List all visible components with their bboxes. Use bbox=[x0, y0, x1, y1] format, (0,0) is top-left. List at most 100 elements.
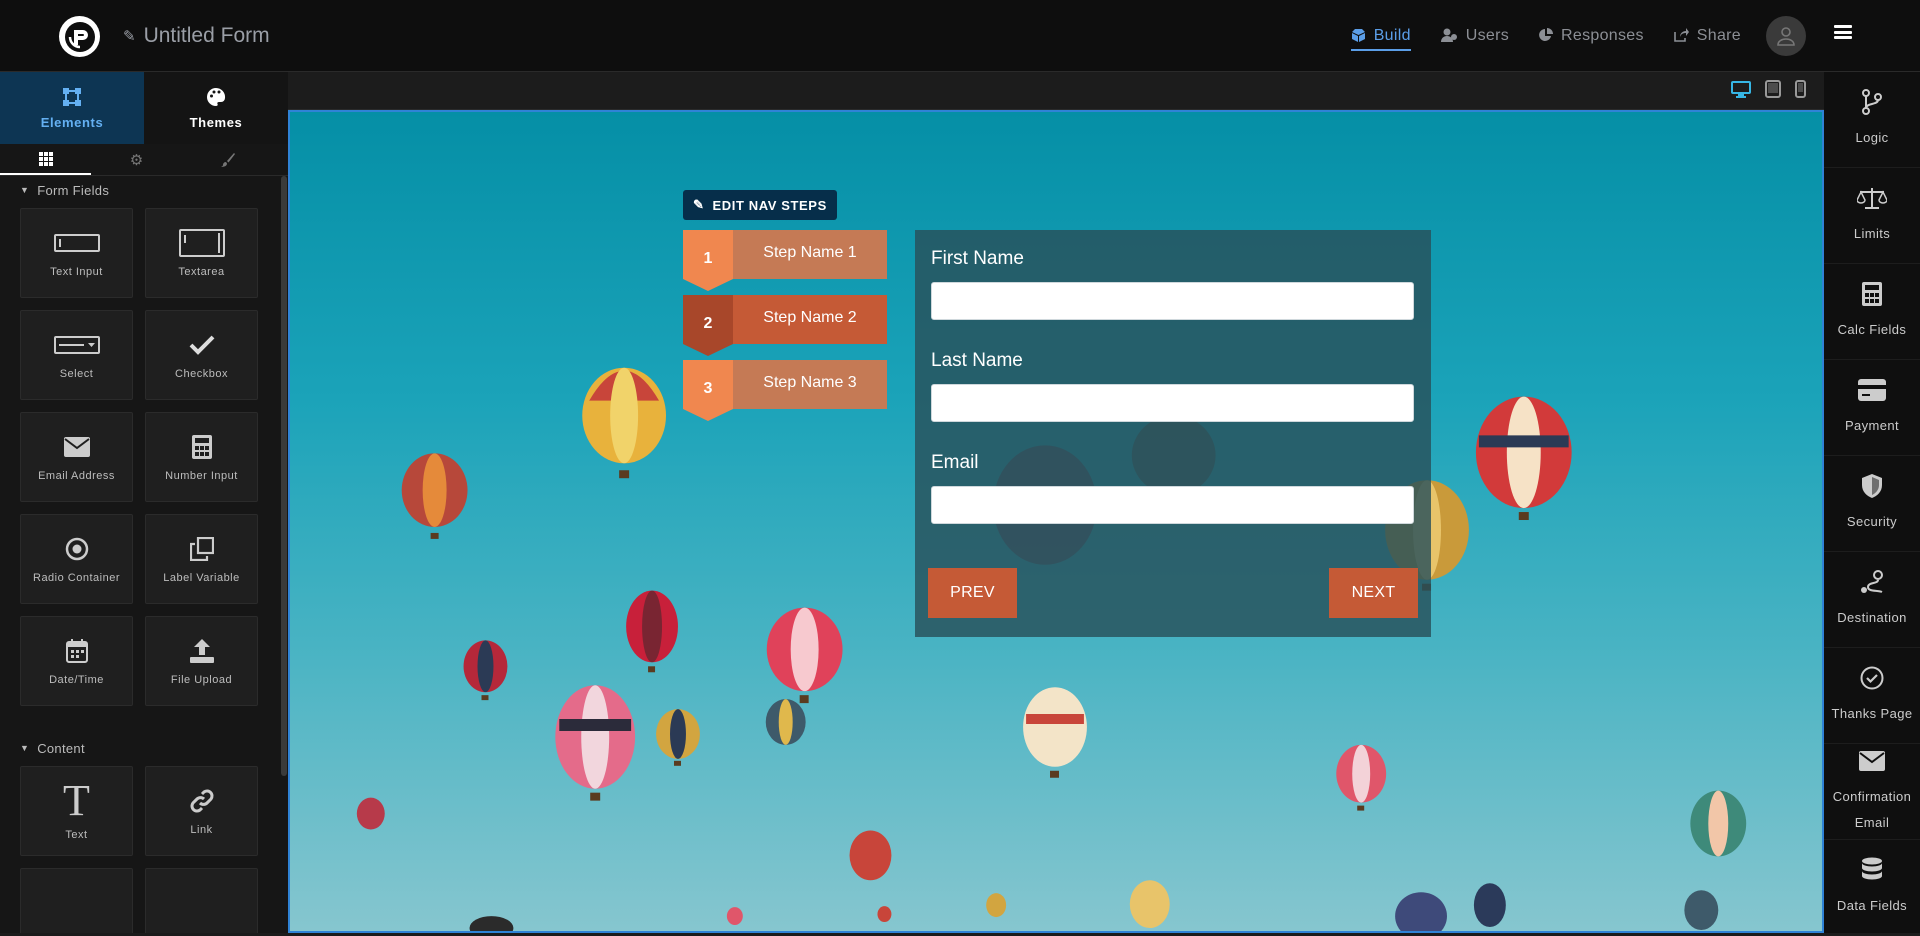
nav-build-label: Build bbox=[1373, 27, 1411, 44]
element-label-variable[interactable]: Label Variable bbox=[145, 514, 258, 604]
section-content[interactable]: ▼ Content bbox=[0, 734, 288, 762]
nav-step-1[interactable]: 1 Step Name 1 bbox=[683, 230, 887, 291]
tab-elements-label: Elements bbox=[40, 114, 104, 130]
tab-themes[interactable]: Themes bbox=[144, 72, 288, 144]
panel-destination[interactable]: Destination bbox=[1824, 552, 1920, 648]
app-logo[interactable] bbox=[59, 16, 100, 57]
settings-panel: Logic Limits Calc Fields Payment Securit… bbox=[1824, 72, 1920, 936]
content-grid: T Text Link bbox=[0, 762, 288, 933]
code-branch-icon bbox=[1862, 88, 1882, 115]
form-card: First Name Last Name Email PREV NEXT bbox=[915, 230, 1431, 637]
element-label: File Upload bbox=[170, 674, 233, 686]
nav-users[interactable]: Users bbox=[1440, 0, 1509, 72]
nav-share[interactable]: Share bbox=[1673, 0, 1741, 72]
element-label: Label Variable bbox=[163, 572, 240, 584]
panel-label: Limits bbox=[1853, 225, 1891, 241]
element-link[interactable]: Link bbox=[145, 766, 258, 856]
panel-data-fields[interactable]: Data Fields bbox=[1824, 840, 1920, 936]
panel-thanks-page[interactable]: Thanks Page bbox=[1824, 648, 1920, 744]
panel-payment[interactable]: Payment bbox=[1824, 360, 1920, 456]
device-switcher bbox=[1731, 80, 1806, 103]
pencil-icon: ✎ bbox=[693, 197, 705, 212]
last-name-input[interactable] bbox=[931, 384, 1414, 422]
next-button[interactable]: NEXT bbox=[1329, 568, 1418, 618]
brush-icon bbox=[220, 152, 235, 167]
tablet-icon[interactable] bbox=[1765, 80, 1781, 103]
element-select[interactable]: Select bbox=[20, 310, 133, 400]
desktop-icon[interactable] bbox=[1731, 80, 1751, 103]
top-nav: Build Users Responses Share bbox=[1350, 0, 1741, 72]
radio-icon bbox=[65, 537, 88, 561]
select-icon bbox=[53, 336, 100, 354]
subtab-grid[interactable] bbox=[0, 144, 91, 175]
element-number-input[interactable]: Number Input bbox=[145, 412, 258, 502]
edit-nav-steps-button[interactable]: ✎ EDIT NAV STEPS bbox=[683, 190, 837, 220]
subtab-settings[interactable]: ⚙ bbox=[91, 144, 182, 175]
element-checkbox[interactable]: Checkbox bbox=[145, 310, 258, 400]
caret-down-icon: ▼ bbox=[20, 185, 30, 195]
user-avatar[interactable] bbox=[1766, 16, 1806, 56]
section-form-fields-title: Form Fields bbox=[37, 182, 110, 198]
calendar-icon bbox=[65, 639, 88, 663]
text-input-icon bbox=[53, 234, 100, 252]
element-radio-container[interactable]: Radio Container bbox=[20, 514, 133, 604]
pencil-icon: ✎ bbox=[123, 28, 136, 45]
calculator-icon bbox=[191, 435, 212, 459]
element-label: Text Input bbox=[50, 266, 103, 278]
panel-label: Payment bbox=[1844, 417, 1900, 433]
panel-scrollbar[interactable] bbox=[281, 176, 287, 776]
element-text[interactable]: T Text bbox=[20, 766, 133, 856]
element-more-2[interactable] bbox=[145, 868, 258, 933]
database-icon bbox=[1862, 857, 1882, 879]
nav-responses[interactable]: Responses bbox=[1539, 0, 1644, 72]
envelope-icon bbox=[63, 437, 90, 457]
grid-icon bbox=[38, 151, 53, 166]
email-input[interactable] bbox=[931, 486, 1414, 524]
check-icon bbox=[189, 335, 214, 355]
element-label: Link bbox=[190, 824, 213, 836]
panel-subtabs: ⚙ bbox=[0, 144, 288, 176]
panel-limits[interactable]: Limits bbox=[1824, 168, 1920, 264]
element-textarea[interactable]: Textarea bbox=[145, 208, 258, 298]
form-buttons: PREV NEXT bbox=[928, 568, 1418, 618]
tab-elements[interactable]: Elements bbox=[0, 72, 144, 144]
shield-icon bbox=[1862, 473, 1882, 498]
element-label: Date/Time bbox=[49, 674, 104, 686]
element-file-upload[interactable]: File Upload bbox=[145, 616, 258, 706]
panel-calc-fields[interactable]: Calc Fields bbox=[1824, 264, 1920, 360]
clone-icon bbox=[189, 537, 214, 561]
panel-tabs: Elements Themes bbox=[0, 72, 288, 144]
subtab-style[interactable] bbox=[182, 144, 273, 175]
form-fields-grid: Text Input Textarea Select Checkbox Emai… bbox=[0, 204, 288, 706]
nav-step-3[interactable]: 3 Step Name 3 bbox=[683, 360, 887, 421]
cubes-icon bbox=[1351, 28, 1366, 45]
form-canvas[interactable]: ✎ EDIT NAV STEPS 1 Step Name 1 2 Step Na… bbox=[288, 110, 1824, 933]
form-title[interactable]: ✎ Untitled Form bbox=[123, 24, 270, 48]
element-email-address[interactable]: Email Address bbox=[20, 412, 133, 502]
route-icon bbox=[1861, 569, 1883, 593]
panel-confirmation-email[interactable]: Confirmation Email bbox=[1824, 744, 1920, 840]
element-date-time[interactable]: Date/Time bbox=[20, 616, 133, 706]
first-name-input[interactable] bbox=[931, 282, 1414, 320]
panel-security[interactable]: Security bbox=[1824, 456, 1920, 552]
panel-label: Confirmation Email bbox=[1832, 788, 1912, 830]
mobile-icon[interactable] bbox=[1795, 80, 1806, 103]
first-name-label: First Name bbox=[931, 248, 1024, 269]
element-text-input[interactable]: Text Input bbox=[20, 208, 133, 298]
panel-label: Security bbox=[1846, 513, 1898, 529]
vector-square-icon bbox=[63, 87, 81, 106]
element-more-1[interactable] bbox=[20, 868, 133, 933]
panel-label: Destination bbox=[1837, 609, 1907, 625]
users-icon bbox=[1440, 28, 1458, 45]
balance-scale-icon bbox=[1857, 187, 1887, 209]
menu-icon[interactable] bbox=[1834, 25, 1852, 39]
check-circle-icon bbox=[1860, 666, 1884, 689]
textarea-icon bbox=[178, 229, 225, 257]
element-label: Checkbox bbox=[175, 368, 228, 380]
email-label: Email bbox=[931, 452, 979, 473]
prev-button[interactable]: PREV bbox=[928, 568, 1017, 618]
nav-step-2[interactable]: 2 Step Name 2 bbox=[683, 295, 887, 356]
nav-build[interactable]: Build bbox=[1350, 0, 1411, 72]
panel-logic[interactable]: Logic bbox=[1824, 72, 1920, 168]
section-form-fields[interactable]: ▼ Form Fields bbox=[0, 176, 288, 204]
